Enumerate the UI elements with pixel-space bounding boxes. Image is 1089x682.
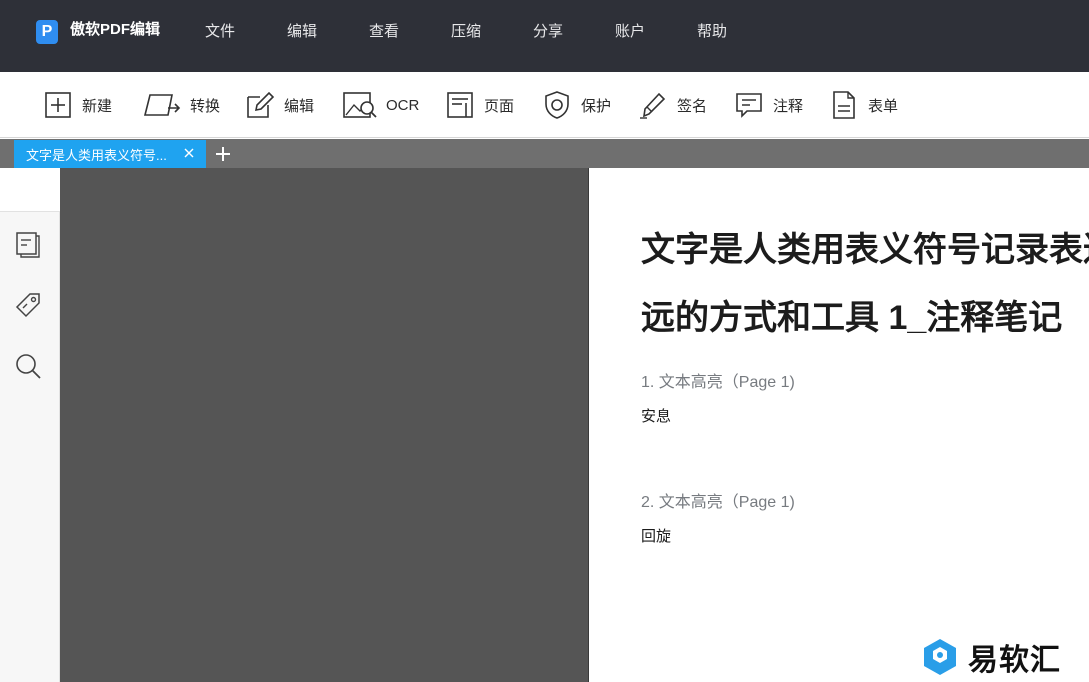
note-text: 安息: [641, 408, 672, 425]
thumbnail-icon[interactable]: [14, 230, 42, 258]
comment-button[interactable]: 注释: [733, 87, 803, 123]
protect-button[interactable]: 保护: [541, 87, 611, 123]
watermark: 易软汇: [920, 636, 1061, 678]
note-heading: 2. 文本高亮（Page 1): [641, 494, 795, 511]
convert-icon: [143, 94, 181, 116]
form-icon: [833, 91, 855, 119]
menu-edit[interactable]: 编辑: [287, 22, 317, 42]
document-canvas[interactable]: [60, 168, 588, 682]
form-button[interactable]: 表单: [828, 87, 898, 123]
sign-label: 签名: [677, 97, 708, 115]
watermark-logo-icon: [924, 639, 956, 675]
convert-label: 转换: [190, 97, 221, 115]
new-label: 新建: [82, 97, 113, 115]
menu-compress[interactable]: 压缩: [451, 22, 481, 42]
left-sidebar: [0, 168, 60, 682]
document-tab-label: 文字是人类用表义符号...: [26, 148, 166, 163]
title-bar: P 傲软PDF编辑 文件 编辑 查看 压缩 分享 账户 帮助: [0, 0, 1089, 72]
search-icon[interactable]: [14, 352, 42, 380]
ocr-icon: [343, 92, 377, 118]
form-label: 表单: [868, 97, 899, 115]
sign-button[interactable]: 签名: [637, 87, 707, 123]
document-title-line-1: 文字是人类用表义符号记录表达: [641, 231, 1089, 269]
sidebar-header: [0, 168, 60, 212]
ocr-button[interactable]: OCR: [342, 87, 419, 123]
edit-button[interactable]: 编辑: [244, 87, 314, 123]
document-page[interactable]: 文字是人类用表义符号记录表达 远的方式和工具 1_注释笔记 1. 文本高亮（Pa…: [588, 168, 1089, 682]
menu-account[interactable]: 账户: [615, 22, 645, 42]
protect-icon: [545, 91, 569, 119]
app-logo: P: [36, 20, 58, 44]
watermark-text: 易软汇: [968, 644, 1061, 677]
protect-label: 保护: [581, 97, 612, 115]
comment-label: 注释: [773, 97, 804, 115]
menu-help[interactable]: 帮助: [697, 22, 727, 42]
sign-icon: [640, 92, 666, 119]
toolbar: 新建 转换 编辑 OCR 页面 保护 签名 注释 表单: [0, 72, 1089, 138]
convert-button[interactable]: 转换: [142, 87, 220, 123]
new-icon: [45, 92, 71, 118]
document-title-line-2: 远的方式和工具 1_注释笔记: [641, 299, 1063, 337]
new-button[interactable]: 新建: [42, 87, 112, 123]
page-icon: [447, 92, 473, 118]
document-title: 文字是人类用表义符号记录表达 远的方式和工具 1_注释笔记: [641, 216, 1089, 352]
document-tab[interactable]: 文字是人类用表义符号...: [14, 140, 206, 168]
page-label: 页面: [484, 97, 515, 115]
note-text: 回旋: [641, 528, 672, 545]
ocr-label: OCR: [386, 96, 420, 114]
menu-file[interactable]: 文件: [205, 22, 235, 42]
tag-icon[interactable]: [14, 291, 42, 319]
edit-icon: [247, 91, 275, 118]
comment-icon: [736, 93, 762, 118]
note-heading: 1. 文本高亮（Page 1): [641, 374, 795, 391]
menu-view[interactable]: 查看: [369, 22, 399, 42]
plus-icon[interactable]: [213, 144, 233, 164]
page-button[interactable]: 页面: [444, 87, 514, 123]
edit-label: 编辑: [284, 97, 315, 115]
app-title: 傲软PDF编辑: [70, 21, 161, 38]
menu-share[interactable]: 分享: [533, 22, 563, 42]
close-icon[interactable]: [182, 146, 196, 160]
tab-strip: 文字是人类用表义符号...: [0, 139, 1089, 168]
